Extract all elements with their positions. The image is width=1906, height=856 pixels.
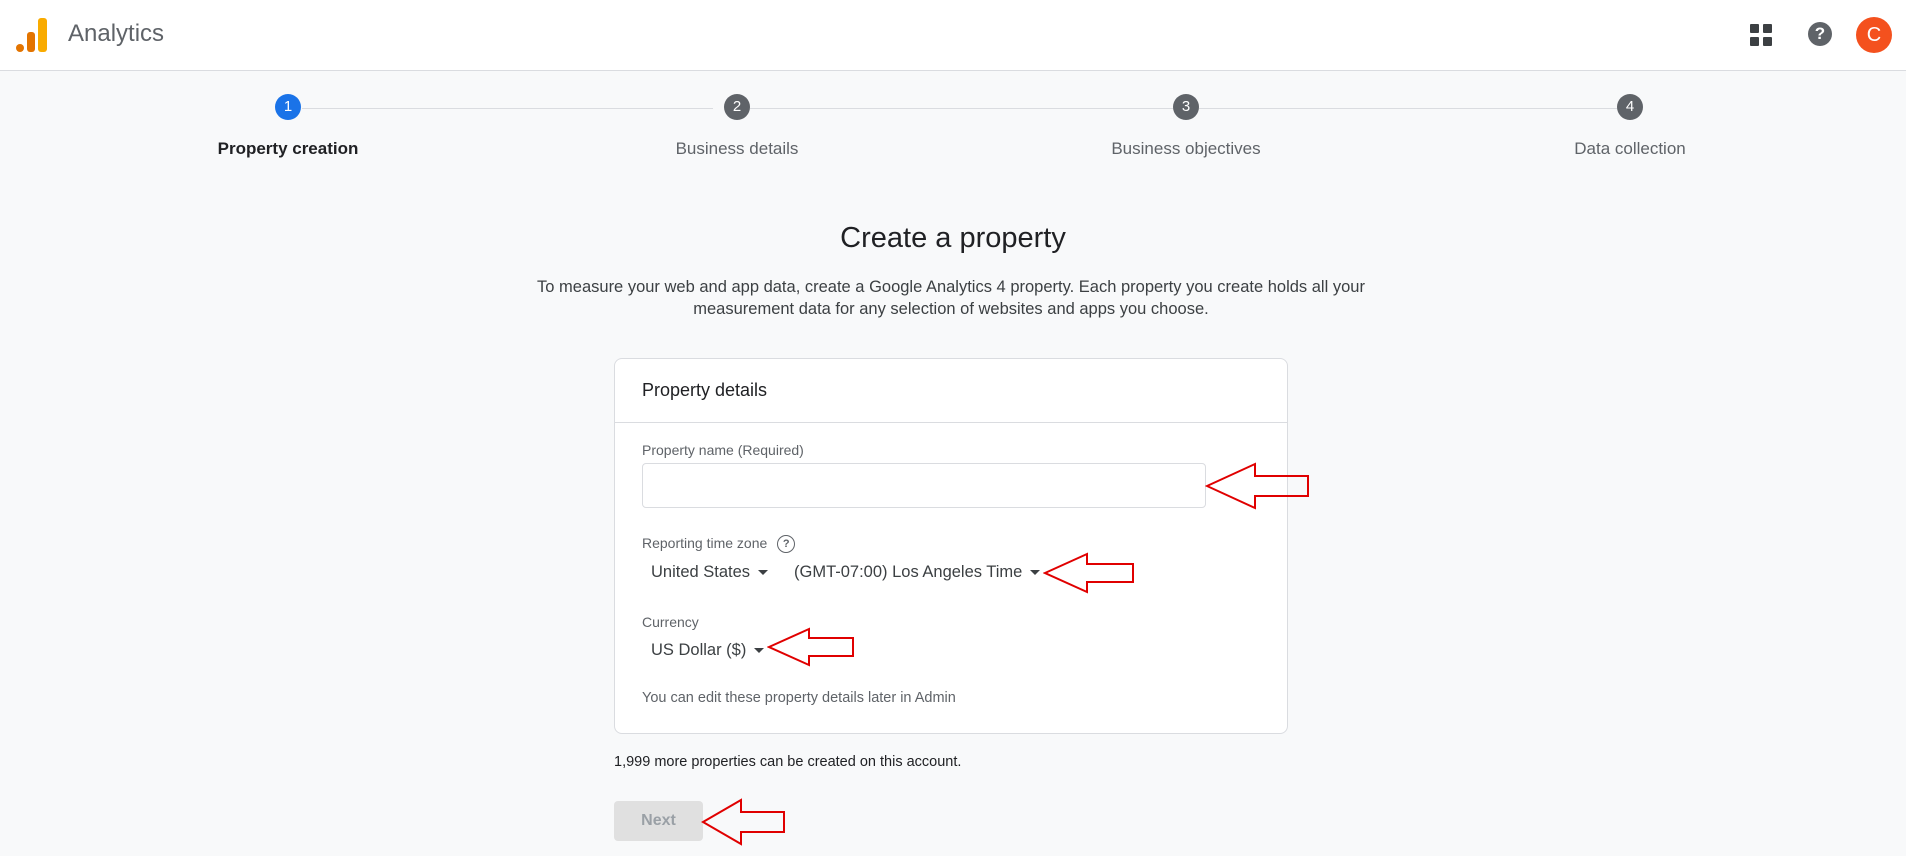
currency-select-value: US Dollar ($) — [651, 641, 747, 659]
step-label: Data collection — [1574, 139, 1686, 158]
annotation-arrow-icon — [701, 798, 785, 846]
page-description: To measure your web and app data, create… — [537, 278, 1365, 318]
app-title: Analytics — [68, 20, 165, 47]
step-number: 1 — [275, 94, 301, 120]
help-circle-icon[interactable]: ? — [777, 535, 796, 554]
step-label: Property creation — [217, 139, 359, 158]
edit-later-note: You can edit these property details late… — [642, 690, 956, 706]
setup-stepper: 1 Property creation 2 Business details 3… — [0, 70, 1906, 180]
help-icon[interactable]: ? — [1808, 22, 1832, 46]
currency-label: Currency — [642, 614, 699, 630]
dropdown-caret-icon — [758, 570, 769, 576]
step-label: Business objectives — [1111, 139, 1261, 158]
step-number: 3 — [1173, 94, 1199, 120]
annotation-arrow-icon — [767, 627, 854, 667]
annotation-arrow-icon — [1043, 552, 1134, 594]
card-title: Property details — [615, 359, 1287, 423]
property-details-card: Property details Property name (Required… — [614, 358, 1288, 734]
step-business-details[interactable]: 2 Business details — [607, 94, 867, 159]
annotation-arrow-icon — [1205, 462, 1309, 510]
step-number: 4 — [1617, 94, 1643, 120]
dropdown-caret-icon — [1030, 570, 1041, 576]
step-business-objectives[interactable]: 3 Business objectives — [1056, 94, 1316, 159]
next-button[interactable]: Next — [614, 801, 703, 841]
step-label: Business details — [675, 139, 799, 158]
remaining-properties-text: 1,999 more properties can be created on … — [614, 754, 962, 770]
property-name-input[interactable] — [642, 463, 1206, 508]
apps-grid-icon[interactable] — [1750, 24, 1772, 46]
time-zone-label: Reporting time zone? — [642, 535, 796, 554]
dropdown-caret-icon — [754, 648, 765, 654]
country-select-value: United States — [651, 563, 751, 581]
analytics-logo-icon[interactable] — [16, 18, 48, 52]
step-number: 2 — [724, 94, 750, 120]
currency-select[interactable]: US Dollar ($) — [651, 641, 765, 660]
time-zone-label-text: Reporting time zone — [642, 535, 768, 551]
step-data-collection[interactable]: 4 Data collection — [1500, 94, 1760, 159]
time-zone-select-value: (GMT-07:00) Los Angeles Time — [794, 563, 1023, 581]
step-property-creation[interactable]: 1 Property creation — [158, 94, 418, 159]
avatar[interactable]: C — [1856, 17, 1892, 53]
top-app-bar: Analytics ? C — [0, 0, 1906, 71]
property-name-label: Property name (Required) — [642, 442, 804, 458]
page-title: Create a property — [840, 222, 1066, 254]
time-zone-select[interactable]: (GMT-07:00) Los Angeles Time — [794, 563, 1041, 582]
country-select[interactable]: United States — [651, 563, 769, 582]
